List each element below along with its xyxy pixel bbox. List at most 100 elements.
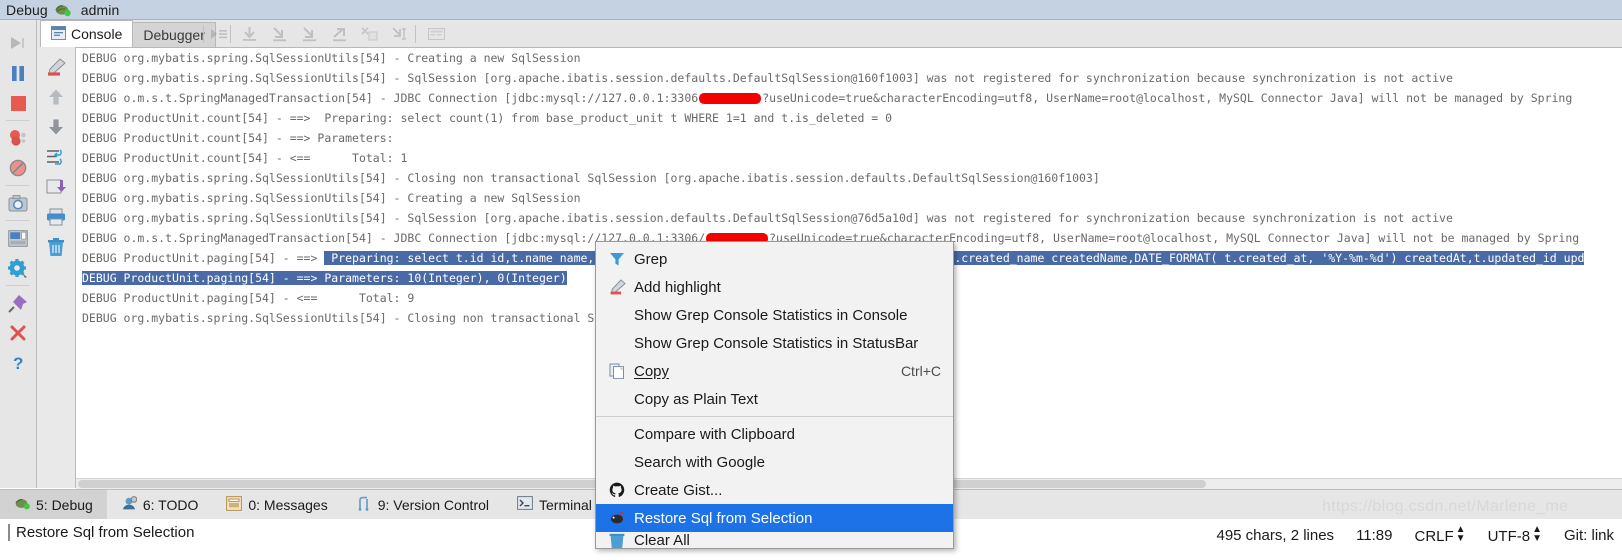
console-line: DEBUG org.mybatis.spring.SqlSessionUtils…	[82, 171, 1100, 185]
tab-console-label: Console	[71, 26, 123, 42]
console-context-menu: Grep Add highlight Show Grep Console Sta…	[595, 241, 954, 549]
menu-item-add-highlight[interactable]: Add highlight	[596, 273, 953, 301]
menu-item-grep-stats-statusbar[interactable]: Show Grep Console Statistics in StatusBa…	[596, 329, 953, 357]
evaluate-expression-icon[interactable]	[423, 24, 449, 44]
window-session-name: admin	[80, 1, 120, 18]
menu-item-copy-plain-text[interactable]: Copy as Plain Text	[596, 385, 953, 413]
copy-icon	[606, 363, 628, 379]
status-char-count: 495 chars, 2 lines	[1216, 526, 1335, 544]
drop-frame-icon[interactable]	[356, 24, 382, 44]
add-highlight-icon[interactable]	[37, 52, 75, 82]
force-step-into-icon[interactable]	[296, 24, 322, 44]
rail-divider	[6, 120, 30, 121]
status-caret-position[interactable]: 11:89	[1356, 527, 1392, 544]
pause-program-icon[interactable]	[0, 58, 36, 88]
status-message-area: Restore Sql from Selection	[8, 524, 194, 541]
debug-toolbar: Console Debugger	[0, 20, 1622, 48]
rail-divider	[6, 285, 30, 286]
status-line-separator[interactable]: CRLF ▲ ▼	[1415, 524, 1466, 546]
tool-window-tab-terminal[interactable]: Terminal	[503, 490, 606, 519]
selected-text: DEBUG ProductUnit.paging[54] - ==> Param…	[82, 271, 567, 285]
debug-bug-icon	[54, 2, 71, 17]
status-right-widgets: 495 chars, 2 lines 11:89 CRLF ▲ ▼ UTF-8 ▲ ▼ …	[1216, 524, 1614, 546]
stop-icon[interactable]	[0, 88, 36, 118]
print-icon[interactable]	[37, 202, 75, 232]
version-control-icon	[356, 496, 372, 514]
menu-item-copy[interactable]: Copy Ctrl+C	[596, 357, 953, 385]
clear-all-icon[interactable]	[37, 232, 75, 262]
terminal-icon	[517, 496, 533, 513]
menu-item-label: Create Gist...	[634, 481, 723, 499]
layout-icon[interactable]	[0, 223, 36, 253]
step-out-icon[interactable]	[326, 24, 352, 44]
menu-item-label: Grep	[634, 250, 668, 268]
grep-filter-icon	[606, 251, 628, 267]
run-to-cursor-icon[interactable]	[386, 24, 412, 44]
restore-sql-icon	[606, 510, 628, 526]
tab-console[interactable]: Console	[40, 20, 134, 47]
debug-tool-window: Debug admin Console Debugger ? DEBUG org…	[0, 0, 1622, 560]
scroll-to-end-icon[interactable]	[37, 172, 75, 202]
step-into-icon[interactable]	[266, 24, 292, 44]
menu-item-label: Show Grep Console Statistics in StatusBa…	[634, 334, 919, 352]
tool-window-tab-messages[interactable]: 0: Messages	[212, 490, 341, 519]
menu-item-create-gist[interactable]: Create Gist...	[596, 476, 953, 504]
tool-window-tab-label: 0: Messages	[248, 496, 328, 513]
menu-item-label: Clear All	[634, 532, 690, 548]
menu-item-compare-with-clipboard[interactable]: Compare with Clipboard	[596, 420, 953, 448]
tool-window-tab-label: 5: Debug	[36, 496, 93, 513]
step-over-icon[interactable]	[236, 24, 262, 44]
tool-window-tab-label: 9: Version Control	[377, 496, 490, 513]
status-indicator	[8, 524, 10, 541]
console-line: DEBUG org.mybatis.spring.SqlSessionUtils…	[82, 191, 581, 205]
toolbar-separator	[415, 25, 416, 43]
close-icon[interactable]	[0, 318, 36, 348]
menu-item-label: Show Grep Console Statistics in Console	[634, 306, 908, 324]
menu-item-grep[interactable]: Grep	[596, 245, 953, 273]
menu-separator	[596, 416, 953, 417]
redaction-mark	[699, 93, 762, 104]
settings-camera-icon[interactable]	[0, 188, 36, 218]
add-highlight-icon	[606, 279, 628, 295]
soft-wrap-icon[interactable]	[37, 142, 75, 172]
settings-gear-icon[interactable]	[0, 253, 36, 283]
messages-icon	[226, 495, 243, 514]
status-encoding[interactable]: UTF-8 ▲ ▼	[1488, 525, 1542, 546]
debug-side-toolbar: ?	[0, 20, 37, 488]
window-title: Debug	[6, 1, 48, 18]
console-side-toolbar	[37, 47, 76, 488]
window-title-bar: Debug admin	[0, 0, 1622, 20]
menu-item-label: Compare with Clipboard	[634, 425, 795, 443]
debug-bug-icon	[14, 496, 30, 513]
menu-item-clear-all[interactable]: Clear All	[596, 532, 953, 548]
tab-debugger-label: Debugger	[143, 27, 205, 43]
console-line: DEBUG org.mybatis.spring.SqlSessionUtils…	[82, 71, 1453, 85]
github-icon	[606, 482, 628, 498]
tool-window-tab-todo[interactable]: 6: TODO	[107, 490, 213, 519]
show-execution-point-icon[interactable]	[205, 24, 231, 44]
scroll-down-icon[interactable]	[37, 112, 75, 142]
scroll-up-icon[interactable]	[37, 82, 75, 112]
pin-tab-icon[interactable]	[0, 288, 36, 318]
console-icon	[51, 25, 66, 43]
menu-item-grep-stats-console[interactable]: Show Grep Console Statistics in Console	[596, 301, 953, 329]
svg-text:?: ?	[13, 354, 23, 373]
console-line: DEBUG org.mybatis.spring.SqlSessionUtils…	[82, 51, 581, 65]
console-line: DEBUG ProductUnit.count[54] - <== Total:…	[82, 151, 408, 165]
menu-item-restore-sql-from-selection[interactable]: Restore Sql from Selection	[596, 504, 953, 532]
debug-tab-strip: Console Debugger	[40, 20, 216, 47]
help-icon[interactable]: ?	[0, 348, 36, 378]
tool-window-tab-version-control[interactable]: 9: Version Control	[342, 490, 503, 519]
resume-program-icon[interactable]	[0, 28, 36, 58]
toolbar-separator	[230, 25, 231, 43]
console-line: DEBUG org.mybatis.spring.SqlSessionUtils…	[82, 211, 1453, 225]
tool-window-tab-label: 6: TODO	[142, 496, 199, 513]
chevron-updown-icon: ▲ ▼	[1455, 524, 1466, 544]
menu-item-search-with-google[interactable]: Search with Google	[596, 448, 953, 476]
tool-window-tab-label: Terminal	[539, 496, 592, 513]
rail-divider	[6, 185, 30, 186]
mute-breakpoints-icon[interactable]	[0, 153, 36, 183]
status-git-branch[interactable]: Git: link	[1564, 527, 1614, 544]
view-breakpoints-icon[interactable]	[0, 123, 36, 153]
tool-window-tab-debug[interactable]: 5: Debug	[0, 490, 107, 519]
